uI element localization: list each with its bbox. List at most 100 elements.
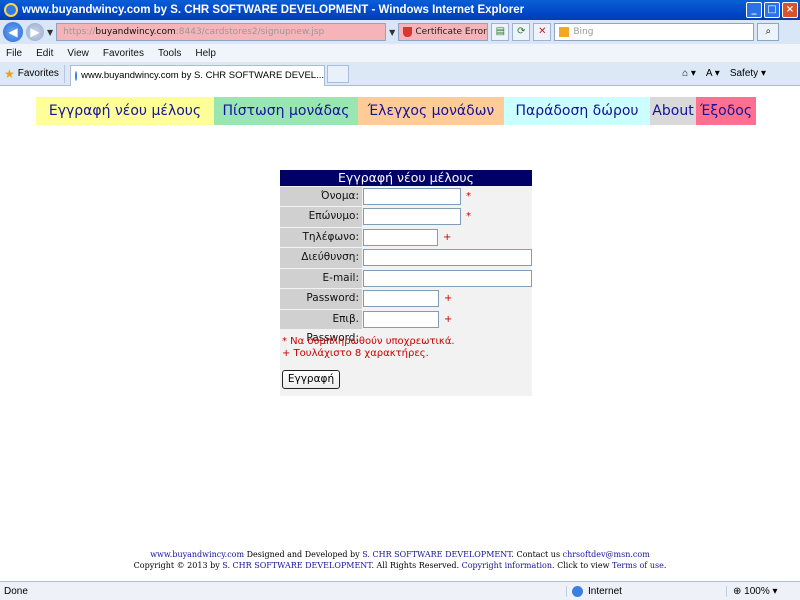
company-link-2[interactable]: S. CHR SOFTWARE DEVELOPMENT [222, 561, 371, 570]
phone-input[interactable] [363, 228, 438, 246]
refresh-button[interactable]: ⟳ [512, 23, 531, 41]
maximize-button[interactable]: □ [764, 2, 780, 18]
forward-button[interactable]: ▶ [26, 23, 44, 41]
copyright-info-link[interactable]: Copyright information [462, 561, 552, 570]
footer-rights: . All Rights Reserved. [371, 561, 462, 570]
status-text: Done [4, 585, 28, 597]
search-button[interactable]: ⌕ [757, 23, 780, 41]
compatibility-view-button[interactable]: ▤ [491, 23, 510, 41]
min-length-marker: + [443, 231, 452, 243]
nav-register[interactable]: Εγγραφή νέου μέλους [36, 97, 214, 125]
address-input[interactable] [363, 249, 532, 267]
lastname-row: Επώνυμο: * [280, 207, 532, 228]
window-controls: _ □ × [746, 2, 798, 18]
zoom-icon: ⊕ [733, 585, 742, 597]
page-content: Εγγραφή νέου μέλους Πίστωση μονάδας Έλεγ… [0, 87, 800, 581]
company-link[interactable]: S. CHR SOFTWARE DEVELOPMENT [362, 550, 511, 559]
bing-icon [559, 27, 570, 37]
close-button[interactable]: × [782, 2, 798, 18]
signup-form: Εγγραφή νέου μέλους Όνομα: * Επώνυμο: * … [280, 170, 532, 396]
url-path: :8443/cardstores2/signupnew.jsp [175, 27, 325, 37]
address-row: Διεύθυνση: [280, 248, 532, 269]
register-button[interactable]: Εγγραφή [282, 369, 340, 389]
password-label: Password: [280, 289, 362, 309]
terms-link[interactable]: Terms of use [612, 561, 664, 570]
menu-help[interactable]: Help [195, 48, 216, 59]
zoom-level: 100% [744, 585, 770, 597]
safety-menu[interactable]: Safety ▾ [730, 68, 766, 79]
min-length-marker: + [444, 313, 453, 325]
safety-label: Safety [729, 68, 759, 79]
footer-line-2: Copyright © 2013 by S. CHR SOFTWARE DEVE… [0, 560, 800, 571]
required-note: * Να συμπληρωθούν υποχρεωτικά. [282, 335, 455, 347]
confirm-password-input[interactable] [363, 310, 439, 328]
security-zone[interactable]: Internet [566, 585, 676, 597]
ie-logo-icon [4, 3, 18, 17]
address-label: Διεύθυνση: [280, 248, 362, 268]
email-row: E-mail: [280, 268, 532, 289]
stop-button[interactable]: ✕ [533, 23, 552, 41]
back-button[interactable]: ◀ [3, 22, 23, 42]
phone-row: Τηλέφωνο: + [280, 227, 532, 248]
lastname-input[interactable] [363, 208, 461, 226]
menu-favorites[interactable]: Favorites [103, 48, 144, 59]
window-title-bar: www.buyandwincy.com by S. CHR SOFTWARE D… [0, 0, 800, 20]
nav-exit[interactable]: Έξοδος [696, 97, 756, 125]
new-tab-button[interactable] [327, 64, 349, 83]
feeds-icon[interactable]: A ▾ [706, 68, 720, 79]
zone-label: Internet [588, 585, 622, 597]
nav-gift-delivery[interactable]: Παράδοση δώρου [504, 97, 650, 125]
firstname-input[interactable] [363, 187, 461, 205]
email-label: E-mail: [280, 268, 362, 288]
favorites-label: Favorites [17, 68, 59, 79]
menu-view[interactable]: View [67, 48, 89, 59]
minimize-button[interactable]: _ [746, 2, 762, 18]
window-title: www.buyandwincy.com by S. CHR SOFTWARE D… [22, 4, 525, 16]
page-footer: www.buyandwincy.com Designed and Develop… [0, 549, 800, 571]
firstname-label: Όνομα: [280, 186, 362, 206]
menu-bar: File Edit View Favorites Tools Help [0, 44, 800, 62]
tab-title: www.buyandwincy.com by S. CHR SOFTWARE D… [81, 70, 324, 81]
page-favicon-icon [75, 70, 78, 81]
browser-tab[interactable]: www.buyandwincy.com by S. CHR SOFTWARE D… [70, 64, 325, 86]
menu-file[interactable]: File [6, 48, 22, 59]
footer-copyright: Copyright © 2013 by [133, 561, 223, 570]
favorites-button[interactable]: ★ Favorites [4, 67, 64, 81]
footer-designed: Designed and Developed by [244, 550, 363, 559]
footer-line-1: www.buyandwincy.com Designed and Develop… [0, 549, 800, 560]
url-prefix: https:// [63, 27, 96, 37]
nav-check-units[interactable]: Έλεγχος μονάδων [358, 97, 504, 125]
menu-tools[interactable]: Tools [158, 48, 181, 59]
site-nav: Εγγραφή νέου μέλους Πίστωση μονάδας Έλεγ… [36, 97, 756, 125]
menu-edit[interactable]: Edit [36, 48, 53, 59]
email-link[interactable]: chrsoftdev@msn.com [563, 550, 650, 559]
home-icon[interactable]: ⌂ ▾ [682, 68, 696, 79]
url-host: buyandwincy.com [95, 27, 176, 37]
nav-credit[interactable]: Πίστωση μονάδας [214, 97, 358, 125]
nav-about[interactable]: About [650, 97, 696, 125]
email-input[interactable] [363, 269, 532, 287]
star-icon: ★ [4, 66, 15, 81]
required-marker: * [466, 190, 471, 202]
shield-icon [403, 27, 413, 37]
site-link[interactable]: www.buyandwincy.com [150, 550, 244, 559]
certificate-error-button[interactable]: Certificate Error [398, 23, 489, 41]
zoom-control[interactable]: ⊕ 100% ▾ [726, 585, 778, 597]
search-box[interactable]: Bing [554, 23, 755, 41]
required-marker: * [466, 211, 471, 223]
confirm-password-row: Επιβ. Password: + [280, 309, 532, 344]
address-bar[interactable]: https://buyandwincy.com:8443/cardstores2… [56, 23, 387, 41]
recent-pages-dropdown-icon[interactable]: ▼ [47, 28, 53, 37]
lastname-label: Επώνυμο: [280, 207, 362, 227]
certificate-error-label: Certificate Error [415, 27, 487, 37]
address-toolbar: ◀ ▶ ▼ https://buyandwincy.com:8443/cards… [0, 20, 800, 44]
password-input[interactable] [363, 290, 439, 308]
footer-end: . [663, 561, 667, 570]
globe-icon [572, 585, 583, 597]
status-bar: Done Internet ⊕ 100% ▾ [0, 581, 800, 600]
confirm-password-label: Επιβ. Password: [280, 309, 362, 344]
form-title: Εγγραφή νέου μέλους [280, 170, 532, 186]
password-row: Password: + [280, 289, 532, 310]
address-dropdown-icon[interactable]: ▼ [389, 28, 395, 37]
footer-contact: . Contact us [511, 550, 563, 559]
